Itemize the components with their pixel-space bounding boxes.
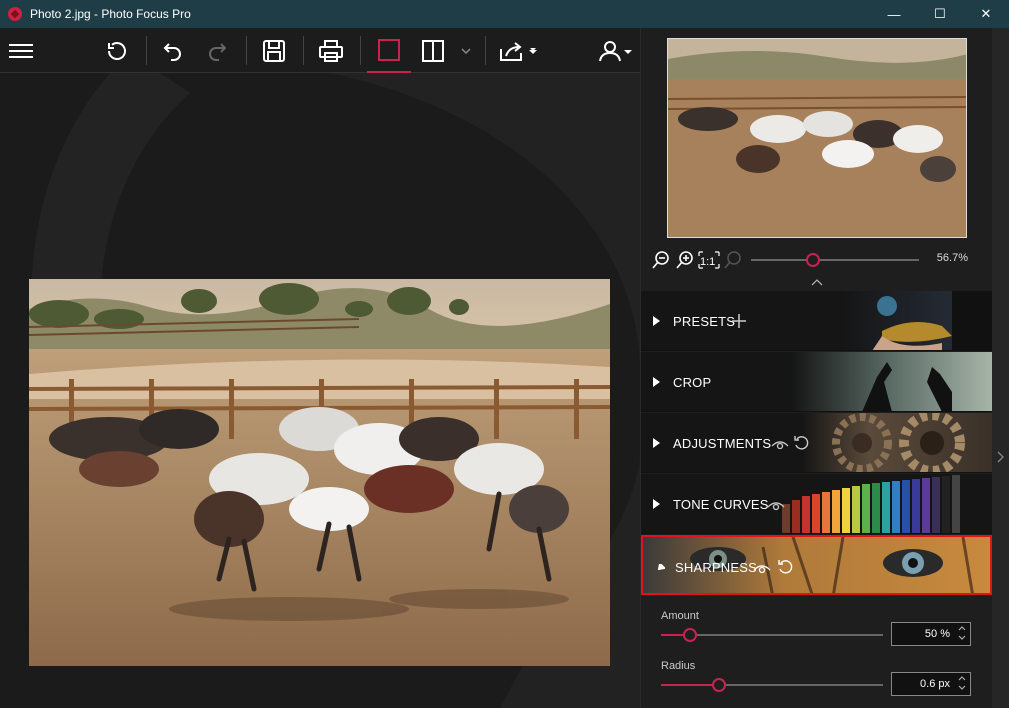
section-label: SHARPNESS	[675, 560, 757, 575]
section-crop[interactable]: CROP	[641, 352, 992, 412]
tone-curves-banner-image	[772, 474, 992, 533]
redo-icon[interactable]	[202, 28, 232, 73]
main-toolbar	[0, 28, 640, 73]
section-presets[interactable]: PRESETS	[641, 291, 992, 351]
maximize-button[interactable]: ☐	[917, 0, 963, 28]
user-account-icon[interactable]	[596, 28, 636, 73]
zoom-slider-thumb[interactable]	[806, 253, 820, 267]
chevron-right-icon[interactable]	[997, 451, 1005, 463]
expand-arrow-icon	[653, 316, 660, 326]
section-tone-curves[interactable]: TONE CURVES	[641, 474, 992, 534]
fit-to-screen-icon[interactable]	[723, 250, 743, 270]
zoom-controls: 1:1 56.7%	[651, 248, 986, 272]
radius-slider-thumb[interactable]	[712, 678, 726, 692]
split-view-dropdown-icon[interactable]	[458, 28, 474, 73]
window-title: Photo 2.jpg - Photo Focus Pro	[30, 7, 191, 21]
app-logo-icon	[8, 7, 22, 21]
section-sharpness[interactable]: SHARPNESS	[641, 535, 992, 595]
spin-down-icon[interactable]	[958, 685, 966, 691]
share-icon[interactable]	[496, 28, 540, 73]
section-label: PRESETS	[673, 314, 736, 329]
section-label: TONE CURVES	[673, 497, 769, 512]
panel-toggle-strip[interactable]	[992, 28, 1009, 708]
undo-history-icon[interactable]	[102, 28, 132, 73]
radius-slider[interactable]	[661, 678, 883, 692]
expand-arrow-icon	[653, 438, 660, 448]
presets-banner-image	[842, 291, 992, 350]
close-button[interactable]: ✕	[963, 0, 1009, 28]
title-bar: Photo 2.jpg - Photo Focus Pro — ☐ ✕	[0, 0, 1009, 28]
reset-icon[interactable]	[793, 435, 809, 451]
amount-value: 50 %	[924, 628, 950, 640]
navigator-thumbnail[interactable]	[667, 38, 967, 238]
crop-banner-image	[792, 352, 992, 411]
section-adjustments[interactable]: ADJUSTMENTS	[641, 413, 992, 473]
split-view-icon[interactable]	[418, 28, 448, 73]
print-icon[interactable]	[315, 28, 347, 73]
collapse-arrow-icon	[657, 564, 665, 571]
zoom-slider[interactable]	[751, 253, 919, 267]
spin-down-icon[interactable]	[958, 635, 966, 641]
reset-icon[interactable]	[777, 559, 793, 575]
image-canvas[interactable]	[0, 73, 640, 708]
undo-icon[interactable]	[158, 28, 188, 73]
main-photo	[29, 279, 610, 666]
collapse-navigator-icon[interactable]	[811, 278, 823, 286]
amount-slider-thumb[interactable]	[683, 628, 697, 642]
actual-size-icon[interactable]: 1:1	[698, 250, 720, 270]
expand-arrow-icon	[653, 499, 660, 509]
single-view-icon[interactable]	[367, 28, 411, 73]
visibility-eye-icon[interactable]	[753, 563, 771, 575]
amount-input[interactable]: 50 %	[891, 622, 971, 646]
hamburger-menu-icon[interactable]	[6, 28, 36, 73]
svg-text:1:1: 1:1	[700, 256, 715, 268]
radius-slider-fill	[661, 684, 719, 686]
section-label: CROP	[673, 375, 712, 390]
zoom-value: 56.7%	[936, 252, 968, 264]
zoom-out-icon[interactable]	[651, 250, 671, 270]
expand-arrow-icon	[653, 377, 660, 387]
zoom-in-icon[interactable]	[675, 250, 695, 270]
add-preset-icon[interactable]	[731, 313, 747, 329]
spin-up-icon[interactable]	[958, 625, 966, 631]
radius-input[interactable]: 0.6 px	[891, 672, 971, 696]
right-panel: 1:1 56.7% PRESETS CROP ADJUSTMENTS TONE …	[640, 28, 992, 708]
adjustments-banner-image	[802, 413, 992, 472]
amount-slider[interactable]	[661, 628, 883, 642]
visibility-eye-icon[interactable]	[767, 500, 785, 512]
spin-up-icon[interactable]	[958, 675, 966, 681]
visibility-eye-icon[interactable]	[771, 439, 789, 451]
minimize-button[interactable]: —	[871, 0, 917, 28]
amount-label: Amount	[661, 610, 699, 622]
section-label: ADJUSTMENTS	[673, 436, 772, 451]
radius-label: Radius	[661, 660, 696, 672]
save-icon[interactable]	[258, 28, 290, 73]
radius-value: 0.6 px	[920, 678, 950, 690]
